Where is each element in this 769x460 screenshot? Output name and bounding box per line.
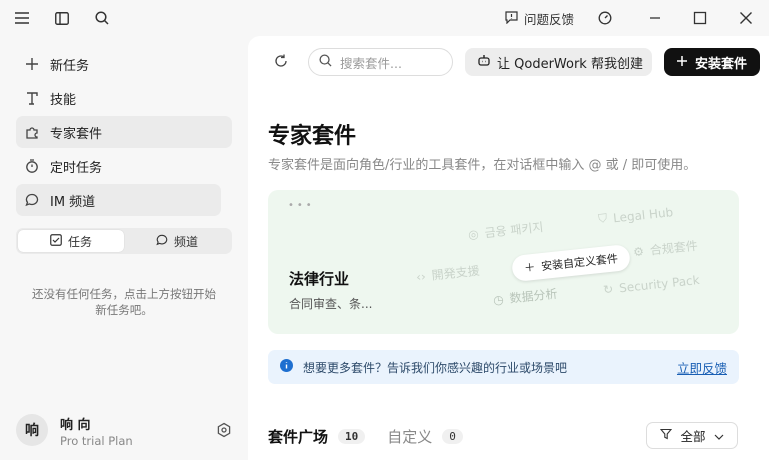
install-custom-kit-label: 安装自定义套件: [540, 252, 619, 274]
filter-icon: [660, 428, 673, 443]
floating-tag: ⚙ 合规套件: [632, 238, 699, 259]
tab-kit-plaza[interactable]: 套件广场 10: [268, 426, 366, 447]
search-icon[interactable]: [92, 8, 112, 28]
sidebar-item-expert-kits[interactable]: 专家套件: [16, 116, 232, 148]
tab-custom[interactable]: 自定义 0: [387, 426, 463, 447]
plus-icon: [24, 56, 40, 72]
checkbox-icon: [50, 233, 62, 249]
install-kit-button[interactable]: 安装套件: [664, 48, 760, 76]
puzzle-icon: [24, 124, 40, 140]
sidebar-item-new-task[interactable]: 新任务: [16, 48, 232, 80]
floating-tag: ◎ 금융 패키지: [467, 220, 545, 242]
feedback-label: 问题反馈: [524, 12, 575, 27]
sidebar-item-im-channels[interactable]: IM 频道: [16, 184, 221, 216]
tab-channels[interactable]: 频道: [124, 230, 230, 252]
search-icon: [319, 54, 332, 70]
install-custom-kit-chip[interactable]: ＋ 安装自定义套件: [510, 243, 632, 283]
title-bar: 问题反馈: [0, 0, 769, 36]
minimize-icon[interactable]: [645, 8, 665, 28]
sidebar-item-label: 新任务: [50, 58, 90, 74]
kit-tabs: 套件广场 10 自定义 0: [268, 426, 485, 447]
user-name: 响 向: [60, 418, 91, 433]
feedback-banner: 想要更多套件？告诉我们你感兴趣的行业或场景吧 立即反馈: [268, 350, 739, 384]
globe-icon: ◎: [467, 226, 480, 242]
sidebar-item-label: IM 频道: [50, 194, 96, 210]
featured-kit-card[interactable]: ••• ◎ 금융 패키지 ⛉ Legal Hub ⚙ 合规套件 ‹› 開発支援 ◷ 数据分…: [268, 190, 739, 334]
chat-icon: [24, 192, 40, 208]
refresh-icon: ↻: [602, 282, 615, 298]
tab-tasks[interactable]: 任务: [18, 230, 124, 252]
maximize-icon[interactable]: [690, 8, 710, 28]
chat-icon: [156, 234, 168, 249]
search-input[interactable]: 搜索套件...: [308, 48, 453, 76]
feedback-icon: [505, 10, 518, 27]
page-title: 专家套件: [268, 124, 357, 149]
tab-tasks-label: 任务: [67, 234, 92, 249]
tab-count: 10: [338, 429, 366, 444]
dots-icon: •••: [288, 200, 315, 211]
gear-icon: ⚙: [632, 243, 645, 259]
qoder-create-label: 让 QoderWork 帮我创建: [497, 56, 643, 72]
menu-icon[interactable]: [12, 8, 32, 28]
sidebar-item-scheduled-tasks[interactable]: 定时任务: [16, 150, 232, 182]
sidebar-item-label: 技能: [50, 92, 77, 108]
robot-icon: [477, 53, 491, 71]
kit-description: 合同审查、条...: [289, 297, 373, 311]
kit-title: 法律行业: [289, 270, 350, 288]
plus-icon: [677, 55, 687, 70]
empty-state-line2: 新任务吧。: [95, 303, 153, 317]
main-panel: 搜索套件... 让 QoderWork 帮我创建 安装套件 专家套件 专家套件是…: [248, 36, 769, 460]
filter-dropdown[interactable]: 全部: [646, 422, 738, 449]
sidebar-item-skills[interactable]: 技能: [16, 82, 232, 114]
refresh-icon[interactable]: [274, 54, 288, 72]
user-profile[interactable]: 响 响 向 Pro trial Plan: [16, 410, 240, 450]
sidebar-item-label: 定时任务: [50, 160, 103, 176]
skill-icon: [24, 90, 40, 106]
chevron-down-icon: [714, 428, 724, 443]
tab-channels-label: 频道: [173, 234, 198, 249]
sidebar-toggle-icon[interactable]: [52, 8, 72, 28]
floating-tag: ◷ 数据分析: [492, 286, 559, 307]
sidebar-item-label: 专家套件: [50, 126, 103, 142]
task-channel-toggle: 任务 频道: [16, 228, 232, 254]
empty-state: 还没有任何任务，点击上方按钮开始 新任务吧。: [16, 286, 232, 318]
tab-count: 0: [442, 429, 463, 444]
install-kit-label: 安装套件: [695, 56, 748, 72]
floating-tag: ‹› 開発支援: [415, 263, 481, 284]
search-placeholder: 搜索套件...: [340, 55, 402, 71]
tab-label: 自定义: [387, 428, 433, 446]
timer-icon: [24, 158, 40, 174]
gear-icon[interactable]: [216, 422, 232, 438]
close-icon[interactable]: [736, 8, 756, 28]
avatar: 响: [16, 414, 48, 446]
info-icon: [280, 359, 293, 375]
plus-icon: ＋: [523, 260, 536, 275]
feedback-now-link[interactable]: 立即反馈: [677, 358, 727, 377]
clock-icon: ◷: [492, 291, 505, 307]
sidebar: 新任务 技能 专家套件 定时任务 IM 频道 任务 频道 还没有任何任务，点击上…: [0, 36, 248, 460]
page-subtitle: 专家套件是面向角色/行业的工具套件，在对话框中输入 @ 或 / 即可使用。: [268, 158, 697, 173]
feedback-button[interactable]: 问题反馈: [505, 9, 574, 28]
floating-tag: ↻ Security Pack: [602, 272, 701, 298]
speed-icon[interactable]: [595, 8, 615, 28]
filter-label: 全部: [680, 429, 706, 444]
empty-state-line1: 还没有任何任务，点击上方按钮开始: [32, 287, 216, 301]
shield-icon: ⛉: [597, 211, 608, 226]
qoder-create-button[interactable]: 让 QoderWork 帮我创建: [465, 48, 652, 76]
banner-text: 想要更多套件？告诉我们你感兴趣的行业或场景吧: [303, 360, 568, 375]
floating-tag: ⛉ Legal Hub: [597, 204, 674, 226]
code-icon: ‹›: [415, 268, 427, 284]
user-plan: Pro trial Plan: [60, 434, 133, 448]
tab-label: 套件广场: [268, 428, 329, 446]
